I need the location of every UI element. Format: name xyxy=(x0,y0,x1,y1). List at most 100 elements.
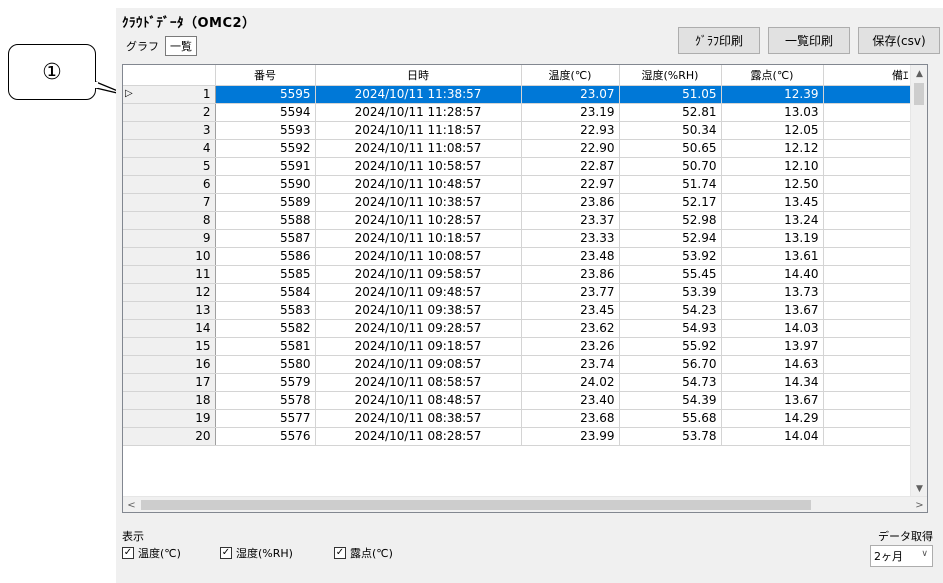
cell-datetime[interactable]: 2024/10/11 09:58:57 xyxy=(315,265,522,284)
cell-notes[interactable] xyxy=(823,247,914,266)
cell-humidity[interactable]: 52.17 xyxy=(619,193,722,212)
cell-notes[interactable] xyxy=(823,427,914,446)
cell-humidity[interactable]: 53.39 xyxy=(619,283,722,302)
column-header-dewpoint[interactable]: 露点(℃) xyxy=(721,65,824,86)
row-header-cell[interactable]: 15 xyxy=(123,337,216,356)
cell-humidity[interactable]: 50.34 xyxy=(619,121,722,140)
save-csv-button[interactable]: 保存(csv) xyxy=(858,27,940,54)
cell-dewpoint[interactable]: 13.97 xyxy=(721,337,824,356)
cell-number[interactable]: 5590 xyxy=(215,175,316,194)
cell-notes[interactable] xyxy=(823,211,914,230)
cell-notes[interactable] xyxy=(823,157,914,176)
list-print-button[interactable]: 一覧印刷 xyxy=(768,27,850,54)
row-header-cell[interactable]: 8 xyxy=(123,211,216,230)
cell-dewpoint[interactable]: 13.45 xyxy=(721,193,824,212)
cell-number[interactable]: 5595 xyxy=(215,85,316,104)
row-header-cell[interactable]: 16 xyxy=(123,355,216,374)
checkbox-dewpoint[interactable]: ✓ 露点(℃) xyxy=(334,545,393,561)
checkbox-temperature[interactable]: ✓ 温度(℃) xyxy=(122,545,181,561)
cell-datetime[interactable]: 2024/10/11 11:18:57 xyxy=(315,121,522,140)
cell-humidity[interactable]: 55.92 xyxy=(619,337,722,356)
cell-humidity[interactable]: 50.65 xyxy=(619,139,722,158)
cell-number[interactable]: 5584 xyxy=(215,283,316,302)
cell-humidity[interactable]: 55.45 xyxy=(619,265,722,284)
cell-datetime[interactable]: 2024/10/11 08:48:57 xyxy=(315,391,522,410)
cell-notes[interactable] xyxy=(823,373,914,392)
cell-temperature[interactable]: 22.90 xyxy=(521,139,620,158)
cell-temperature[interactable]: 23.19 xyxy=(521,103,620,122)
cell-number[interactable]: 5591 xyxy=(215,157,316,176)
table-row[interactable]: 20 5576 2024/10/11 08:28:57 23.99 53.78 14.04 xyxy=(123,427,914,446)
column-header-datetime[interactable]: 日時 xyxy=(315,65,522,86)
tab-graph[interactable]: グラフ xyxy=(122,37,163,55)
cell-temperature[interactable]: 23.86 xyxy=(521,193,620,212)
cell-dewpoint[interactable]: 12.10 xyxy=(721,157,824,176)
row-header-cell[interactable]: 19 xyxy=(123,409,216,428)
cell-notes[interactable] xyxy=(823,337,914,356)
cell-datetime[interactable]: 2024/10/11 09:38:57 xyxy=(315,301,522,320)
cell-notes[interactable] xyxy=(823,103,914,122)
table-row[interactable]: 11 5585 2024/10/11 09:58:57 23.86 55.45 14.40 xyxy=(123,265,914,284)
table-row[interactable]: 1 ▷ 5595 2024/10/11 11:38:57 23.07 51.05 12.39 xyxy=(123,85,914,104)
cell-dewpoint[interactable]: 14.34 xyxy=(721,373,824,392)
horizontal-scroll-thumb[interactable] xyxy=(141,500,811,510)
cell-humidity[interactable]: 51.05 xyxy=(619,85,722,104)
table-row[interactable]: 15 5581 2024/10/11 09:18:57 23.26 55.92 13.97 xyxy=(123,337,914,356)
row-header-cell[interactable]: 20 xyxy=(123,427,216,446)
row-header-cell[interactable]: 3 xyxy=(123,121,216,140)
cell-temperature[interactable]: 23.62 xyxy=(521,319,620,338)
cell-number[interactable]: 5586 xyxy=(215,247,316,266)
column-header-notes[interactable]: 備ｴ xyxy=(823,65,914,86)
cell-dewpoint[interactable]: 13.67 xyxy=(721,301,824,320)
cell-temperature[interactable]: 23.07 xyxy=(521,85,620,104)
table-row[interactable]: 16 5580 2024/10/11 09:08:57 23.74 56.70 14.63 xyxy=(123,355,914,374)
cell-dewpoint[interactable]: 13.67 xyxy=(721,391,824,410)
cell-humidity[interactable]: 54.73 xyxy=(619,373,722,392)
column-header-number[interactable]: 番号 xyxy=(215,65,316,86)
table-row[interactable]: 18 5578 2024/10/11 08:48:57 23.40 54.39 13.67 xyxy=(123,391,914,410)
cell-number[interactable]: 5579 xyxy=(215,373,316,392)
row-header-cell[interactable]: 4 xyxy=(123,139,216,158)
cell-dewpoint[interactable]: 14.63 xyxy=(721,355,824,374)
column-header-temperature[interactable]: 温度(℃) xyxy=(521,65,620,86)
cell-notes[interactable] xyxy=(823,229,914,248)
cell-temperature[interactable]: 23.77 xyxy=(521,283,620,302)
cell-datetime[interactable]: 2024/10/11 11:38:57 xyxy=(315,85,522,104)
cell-temperature[interactable]: 22.87 xyxy=(521,157,620,176)
cell-notes[interactable] xyxy=(823,301,914,320)
checkbox-humidity[interactable]: ✓ 湿度(%RH) xyxy=(220,545,293,561)
table-row[interactable]: 13 5583 2024/10/11 09:38:57 23.45 54.23 13.67 xyxy=(123,301,914,320)
row-header-cell[interactable]: 7 xyxy=(123,193,216,212)
cell-number[interactable]: 5588 xyxy=(215,211,316,230)
cell-humidity[interactable]: 52.94 xyxy=(619,229,722,248)
cell-datetime[interactable]: 2024/10/11 10:08:57 xyxy=(315,247,522,266)
cell-number[interactable]: 5587 xyxy=(215,229,316,248)
cell-dewpoint[interactable]: 12.12 xyxy=(721,139,824,158)
scroll-left-icon[interactable]: < xyxy=(123,497,140,512)
chevron-down-icon[interactable]: ∨ xyxy=(921,549,928,559)
scroll-down-icon[interactable]: ▼ xyxy=(911,480,927,497)
cell-notes[interactable] xyxy=(823,283,914,302)
cell-humidity[interactable]: 54.39 xyxy=(619,391,722,410)
cell-dewpoint[interactable]: 14.29 xyxy=(721,409,824,428)
cell-number[interactable]: 5580 xyxy=(215,355,316,374)
cell-number[interactable]: 5585 xyxy=(215,265,316,284)
cell-datetime[interactable]: 2024/10/11 10:48:57 xyxy=(315,175,522,194)
data-acquisition-select[interactable]: 2ヶ月 ∨ xyxy=(870,545,933,567)
cell-datetime[interactable]: 2024/10/11 09:08:57 xyxy=(315,355,522,374)
cell-temperature[interactable]: 23.45 xyxy=(521,301,620,320)
row-header-cell[interactable]: 18 xyxy=(123,391,216,410)
cell-humidity[interactable]: 52.81 xyxy=(619,103,722,122)
cell-dewpoint[interactable]: 12.05 xyxy=(721,121,824,140)
cell-humidity[interactable]: 55.68 xyxy=(619,409,722,428)
cell-dewpoint[interactable]: 12.50 xyxy=(721,175,824,194)
cell-number[interactable]: 5576 xyxy=(215,427,316,446)
cell-temperature[interactable]: 23.74 xyxy=(521,355,620,374)
cell-temperature[interactable]: 23.33 xyxy=(521,229,620,248)
row-header-cell[interactable]: 10 xyxy=(123,247,216,266)
cell-notes[interactable] xyxy=(823,265,914,284)
tab-list[interactable]: 一覧 xyxy=(165,36,197,56)
cell-dewpoint[interactable]: 12.39 xyxy=(721,85,824,104)
cell-notes[interactable] xyxy=(823,409,914,428)
checkbox-humidity-box[interactable]: ✓ xyxy=(220,547,232,559)
